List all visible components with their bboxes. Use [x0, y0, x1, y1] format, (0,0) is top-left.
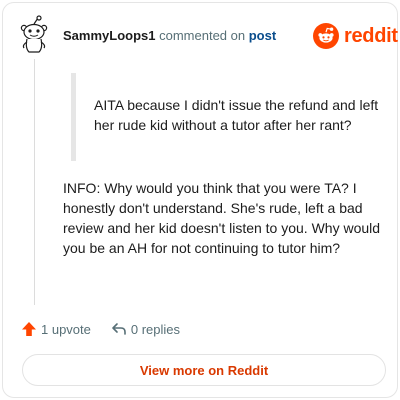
thread-line: [34, 59, 35, 305]
embedded-comment-card: SammyLoops1 commented on post reddit AIT…: [2, 2, 398, 398]
reply-count: 0 replies: [130, 321, 181, 337]
replies-group[interactable]: 0 replies: [111, 321, 180, 337]
reddit-brand[interactable]: reddit: [313, 22, 398, 50]
comment-footer: 1 upvote 0 replies: [21, 319, 180, 339]
quoted-text: AITA because I didn't issue the refund a…: [94, 97, 379, 133]
username-link[interactable]: SammyLoops1: [63, 28, 155, 43]
reddit-logo-icon: [313, 23, 339, 49]
reddit-wordmark: reddit: [344, 24, 398, 47]
quote-bar: [71, 73, 76, 161]
comment-body: INFO: Why would you think that you were …: [63, 180, 381, 256]
post-link[interactable]: post: [249, 28, 276, 43]
upvote-arrow-icon[interactable]: [21, 321, 37, 337]
comment-header: SammyLoops1 commented on post: [63, 28, 276, 44]
view-more-on-reddit-button[interactable]: View more on Reddit: [22, 354, 386, 386]
reply-arrow-icon: [111, 321, 127, 337]
commented-on-label: commented on: [159, 28, 246, 43]
snoo-avatar-icon[interactable]: [17, 15, 51, 55]
upvote-count: 1 upvote: [41, 321, 91, 337]
